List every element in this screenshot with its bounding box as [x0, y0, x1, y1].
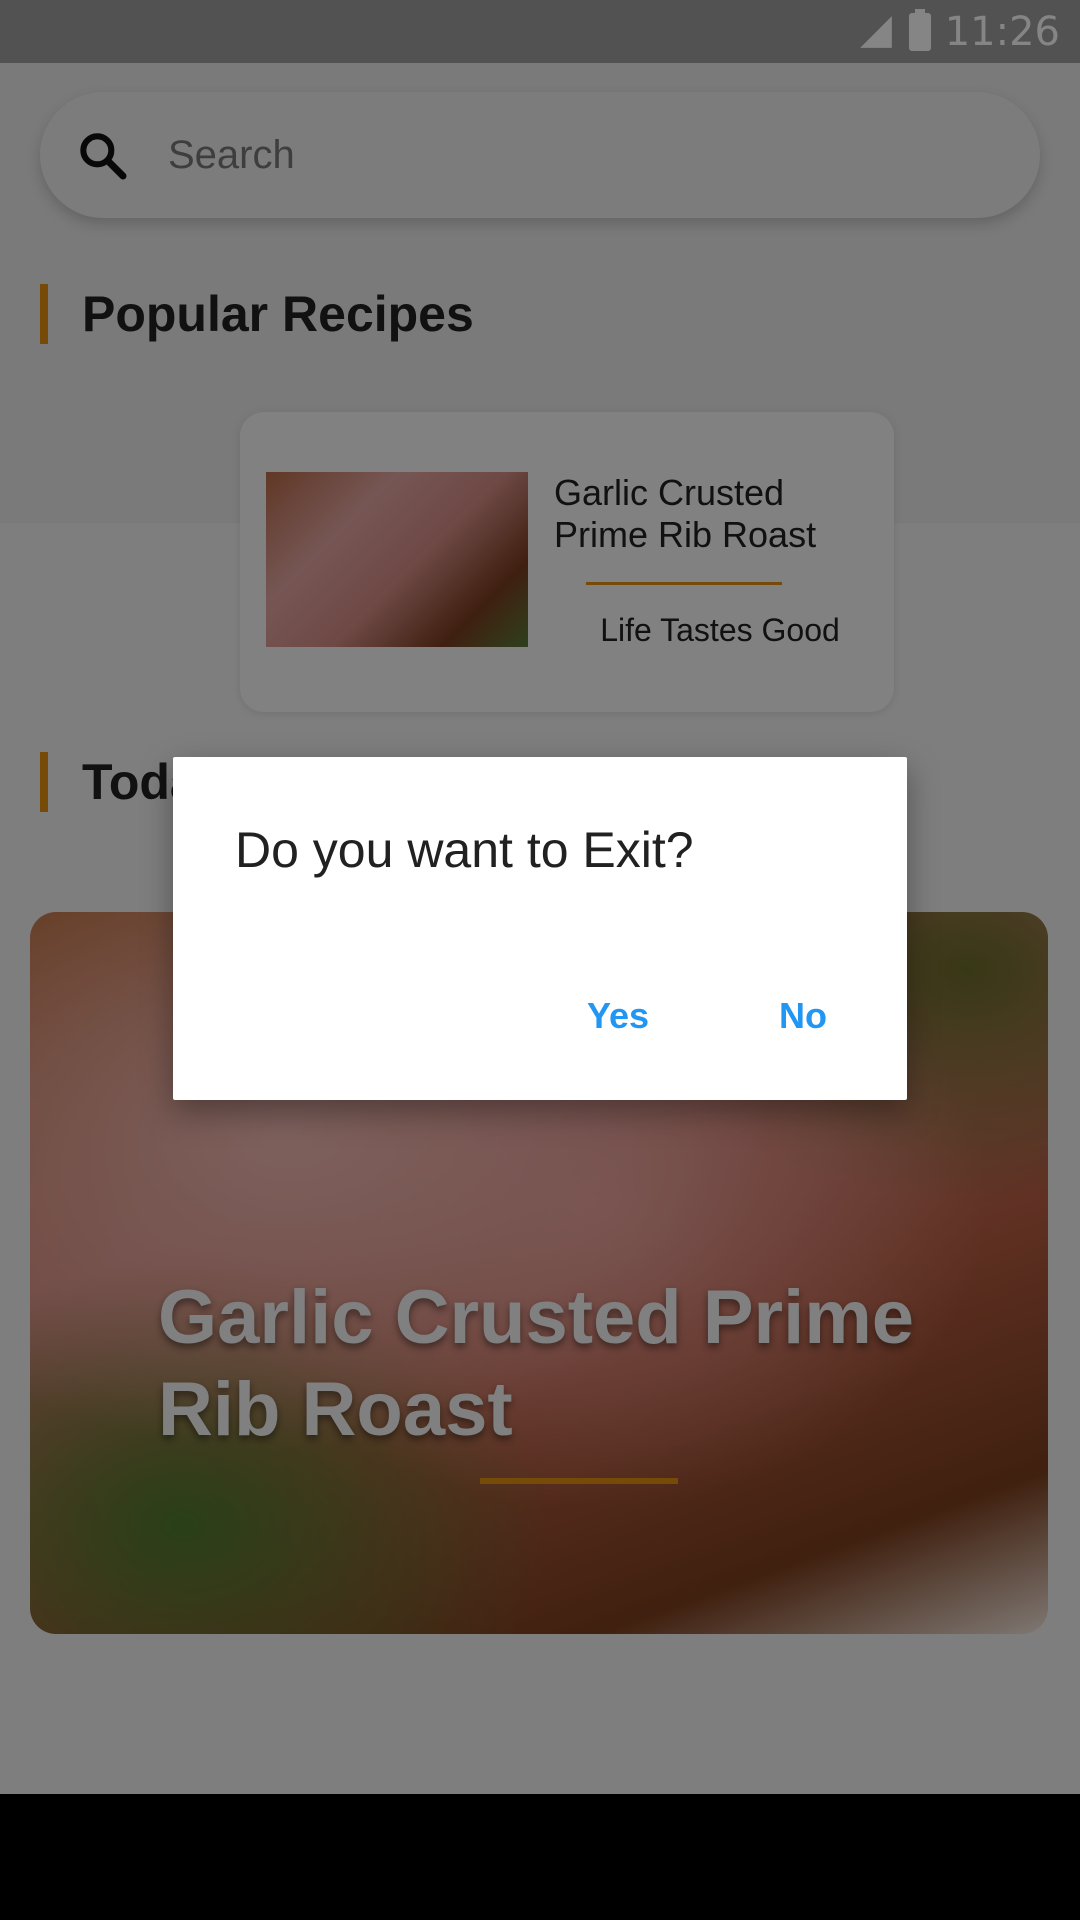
exit-dialog: Do you want to Exit? Yes No [173, 757, 907, 1100]
navigation-bar [0, 1794, 1080, 1920]
dialog-title: Do you want to Exit? [235, 822, 694, 878]
no-button[interactable]: No [765, 987, 841, 1045]
yes-button[interactable]: Yes [573, 987, 663, 1045]
